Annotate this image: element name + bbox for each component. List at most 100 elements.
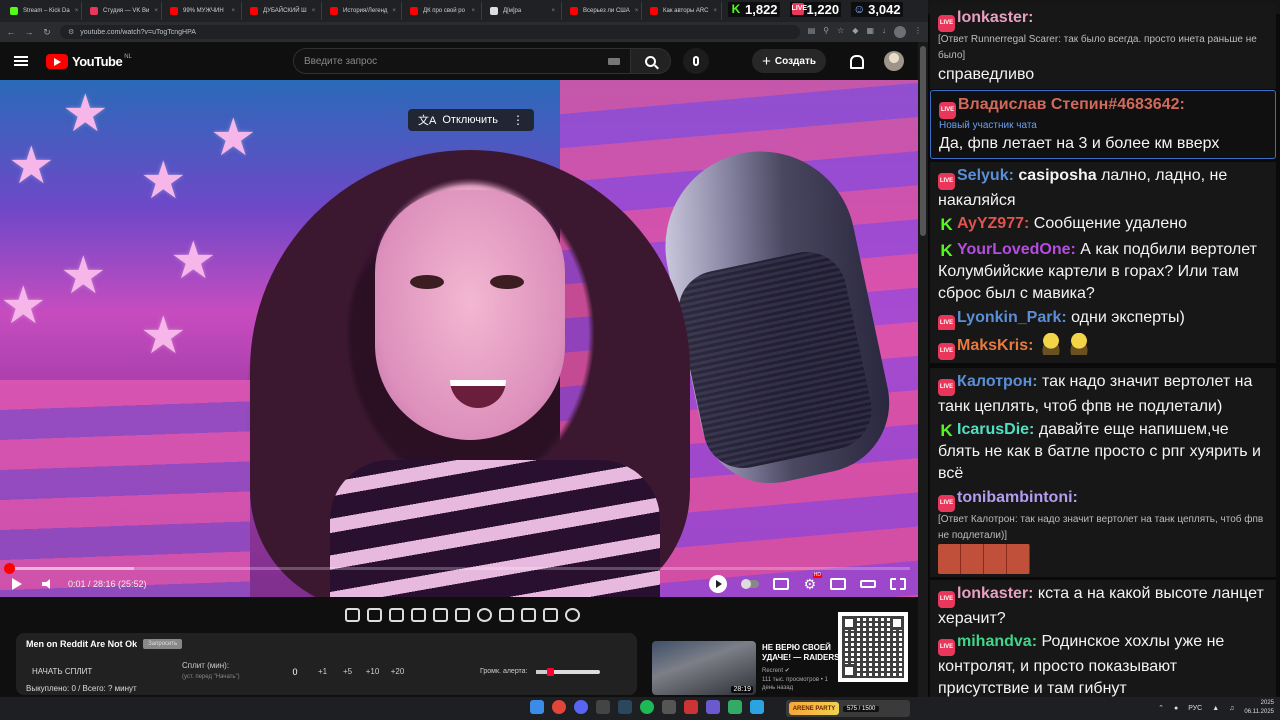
user-avatar[interactable]: [884, 51, 904, 71]
tab-close-icon[interactable]: ×: [231, 8, 235, 14]
extension-settings-icon[interactable]: [564, 608, 580, 622]
chat-username[interactable]: Selyuk:: [957, 167, 1014, 184]
chat-username[interactable]: IcarusDie:: [957, 421, 1034, 438]
tab-close-icon[interactable]: ×: [312, 8, 316, 14]
tab-close-icon[interactable]: ×: [714, 8, 718, 14]
screenshot-camera-icon[interactable]: [542, 608, 558, 622]
download-icon[interactable]: ↓: [882, 26, 886, 38]
speed-icon[interactable]: [476, 608, 492, 622]
spotify-icon[interactable]: [640, 700, 654, 714]
clock[interactable]: 2025 06.11.2025: [1244, 699, 1274, 717]
app-icon[interactable]: [596, 700, 610, 714]
browser-tab[interactable]: Stream – Kick Da ×: [4, 2, 82, 20]
tab-close-icon[interactable]: ×: [392, 8, 396, 14]
tab-close-icon[interactable]: ×: [551, 8, 555, 14]
increment-button[interactable]: +20: [385, 667, 410, 676]
expand-icon[interactable]: [498, 608, 514, 622]
browser-tab[interactable]: История/Легенд ×: [324, 2, 402, 20]
fullscreen-icon[interactable]: [890, 578, 906, 590]
split-value[interactable]: 0: [280, 667, 310, 677]
page-scrollbar[interactable]: [918, 42, 928, 697]
menu-dots-icon[interactable]: ⋮: [914, 26, 922, 38]
telegram-icon[interactable]: [750, 700, 764, 714]
app-icon[interactable]: [662, 700, 676, 714]
video-player[interactable]: ★ ★ ★ ★ ★ ★ ★ ★: [0, 80, 918, 597]
more-options-icon[interactable]: ⋮: [512, 113, 524, 127]
settings-gear-icon[interactable]: ⚙ HD: [803, 573, 822, 591]
chat-username[interactable]: YourLovedOne:: [957, 241, 1076, 258]
request-badge[interactable]: Запросить: [143, 639, 183, 649]
chat-username[interactable]: Владислав Степин#4683642:: [958, 96, 1185, 113]
site-info-icon[interactable]: ⚙: [68, 28, 74, 36]
tab-close-icon[interactable]: ×: [154, 8, 158, 14]
hamburger-menu-icon[interactable]: [14, 56, 28, 66]
playlist-icon[interactable]: [388, 608, 404, 622]
theater-mode-icon[interactable]: [860, 580, 876, 588]
alert-volume-knob[interactable]: [547, 667, 555, 676]
broadcast-icon[interactable]: [366, 608, 382, 622]
loop-icon[interactable]: [344, 608, 360, 622]
autoplay-toggle[interactable]: [741, 579, 760, 589]
bookmark-star-icon[interactable]: ☆: [837, 26, 844, 38]
chat-username[interactable]: MaksKris:: [957, 337, 1033, 354]
input-language[interactable]: РУС: [1188, 705, 1202, 712]
tray-chevron-icon[interactable]: ⌃: [1158, 704, 1164, 712]
chat-username[interactable]: Lyonkin_Park:: [957, 309, 1067, 326]
start-split-button[interactable]: НАЧАТЬ СПЛИТ: [32, 667, 182, 676]
chat-username[interactable]: Калотрон:: [957, 373, 1038, 390]
chat-username[interactable]: tonibambintoni:: [957, 489, 1078, 506]
browser-tab[interactable]: Д[м]ра ×: [484, 2, 562, 20]
youtube-logo[interactable]: YouTube NL: [46, 53, 236, 69]
browser-tab[interactable]: Всерьез ли США ×: [564, 2, 642, 20]
chat-username[interactable]: lonkaster:: [957, 585, 1033, 602]
install-app-icon[interactable]: ▤: [808, 26, 816, 38]
zoom-icon[interactable]: ⚲: [823, 26, 829, 38]
reload-icon[interactable]: ↻: [42, 27, 52, 38]
browser-tab[interactable]: ДУБАЙСКИЙ Ш ×: [244, 2, 322, 20]
microphone-tray-icon[interactable]: ●: [1174, 705, 1178, 712]
play-icon[interactable]: [12, 578, 22, 590]
address-bar[interactable]: ⚙ youtube.com/watch?v=uTogTcngHPA: [60, 25, 800, 39]
start-icon[interactable]: [530, 700, 544, 714]
recommended-title[interactable]: НЕ ВЕРЮ СВОЕЙ УДАЧЕ! — RAIDERS: [762, 643, 842, 662]
extension-icon[interactable]: ◆: [852, 26, 858, 38]
increment-button[interactable]: +10: [360, 667, 385, 676]
tab-close-icon[interactable]: ×: [635, 8, 639, 14]
discord-icon[interactable]: [574, 700, 588, 714]
browser-tab[interactable]: 99% МУЖЧИН ×: [164, 2, 242, 20]
keyboard-icon[interactable]: [608, 57, 620, 65]
back-arrow-icon[interactable]: ←: [6, 27, 16, 37]
browser-tab[interactable]: Студия — VK Ви ×: [84, 2, 162, 20]
forward-arrow-icon[interactable]: →: [24, 27, 34, 37]
chat-username[interactable]: lonkaster:: [957, 9, 1033, 26]
notifications-bell-icon[interactable]: [848, 54, 864, 69]
steam-icon[interactable]: [618, 700, 632, 714]
search-input[interactable]: Введите запрос: [293, 48, 631, 74]
video-progress-bar[interactable]: [3, 563, 910, 574]
tab-close-icon[interactable]: ×: [471, 8, 475, 14]
game-widget[interactable]: ARENE PARTY 575 / 1500: [786, 700, 910, 717]
tab-close-icon[interactable]: ×: [75, 8, 79, 14]
create-button[interactable]: + Создать: [752, 49, 826, 73]
search-button[interactable]: [631, 48, 671, 74]
chat-username[interactable]: mihandva:: [957, 633, 1037, 650]
chrome-icon[interactable]: [552, 700, 566, 714]
app-icon[interactable]: [728, 700, 742, 714]
puzzle-icon[interactable]: ▦: [866, 26, 874, 38]
recommended-video-card[interactable]: 28:19 НЕ ВЕРЮ СВОЕЙ УДАЧЕ! — RAIDERS Rec…: [652, 641, 840, 695]
channel-name[interactable]: Recrent: [762, 668, 783, 674]
speaker-icon[interactable]: ♫: [1229, 705, 1234, 712]
autoplay-icon[interactable]: [709, 575, 728, 593]
app-icon[interactable]: [706, 700, 720, 714]
scrollbar-thumb[interactable]: [920, 46, 926, 236]
wifi-icon[interactable]: ▲: [1212, 705, 1219, 712]
chat-username[interactable]: AyYZ977:: [957, 215, 1029, 232]
clapper-icon[interactable]: [410, 608, 426, 622]
miniplayer-icon[interactable]: [830, 578, 846, 590]
volume-icon[interactable]: [42, 579, 54, 589]
voice-search-button[interactable]: [683, 48, 709, 74]
alert-volume-slider[interactable]: [535, 667, 600, 676]
auto-translate-pill[interactable]: 文A Отключить ⋮: [408, 109, 534, 131]
app-icon[interactable]: [684, 700, 698, 714]
increment-button[interactable]: +5: [335, 667, 360, 676]
